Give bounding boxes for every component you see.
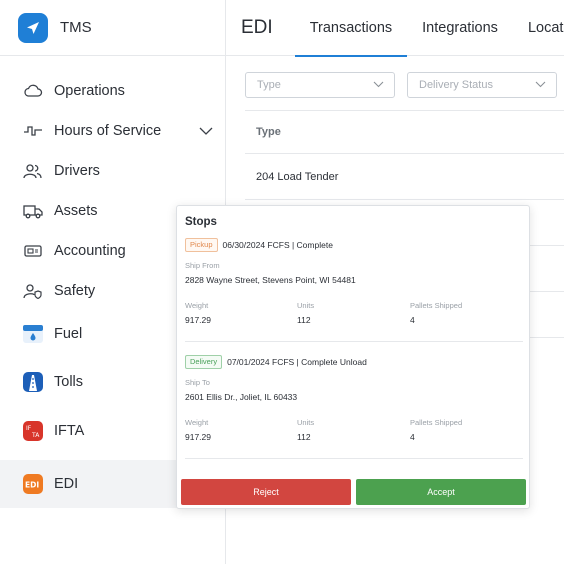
stop-summary: 07/01/2024 FCFS | Complete Unload (227, 357, 367, 367)
column-header-type[interactable]: Type (245, 110, 564, 154)
sidebar-item-drivers[interactable]: Drivers (0, 151, 225, 191)
reject-button[interactable]: Reject (181, 479, 351, 505)
type-select-placeholder: Type (257, 79, 281, 91)
pickup-badge: Pickup (185, 238, 218, 252)
tab-integrations[interactable]: Integrations (407, 0, 513, 56)
app-name: TMS (60, 19, 92, 36)
pallets-value: 4 (410, 432, 415, 442)
page-title: EDI (241, 16, 273, 38)
ship-from-address: 2828 Wayne Street, Stevens Point, WI 544… (185, 275, 356, 285)
pulse-icon (22, 120, 44, 142)
units-label: Units (297, 418, 315, 427)
delivery-status-select[interactable]: Delivery Status (407, 72, 557, 98)
filters-bar: Type Delivery Status (245, 72, 557, 98)
weight-label: Weight (185, 301, 209, 310)
svg-text:TA: TA (31, 432, 40, 439)
sidebar-item-label: EDI (54, 476, 79, 492)
weight-metric: Weight 917.29 (185, 301, 211, 325)
chevron-down-icon (373, 79, 384, 91)
tms-logo-icon (18, 12, 48, 43)
ship-to-label: Ship To (185, 378, 210, 387)
sidebar-item-operations[interactable]: Operations (0, 71, 225, 111)
stop-delivery: Delivery 07/01/2024 FCFS | Complete Unlo… (185, 355, 523, 465)
ship-to-address: 2601 Ellis Dr., Joliet, IL 60433 (185, 392, 298, 402)
sidebar-item-label: Drivers (54, 163, 100, 179)
divider (185, 458, 523, 459)
cloud-icon (22, 80, 44, 102)
sidebar-item-label: Tolls (54, 374, 84, 390)
weight-label: Weight (185, 418, 209, 427)
brand[interactable]: TMS (0, 0, 225, 56)
stops-popover: Stops Pickup 06/30/2024 FCFS | Complete … (176, 205, 530, 509)
units-label: Units (297, 301, 315, 310)
sidebar-item-label: Operations (54, 83, 125, 99)
topbar: EDI Transactions Integrations Locations (226, 0, 564, 57)
edi-icon: EDI (22, 473, 44, 495)
svg-text:IF: IF (26, 425, 32, 432)
sidebar-item-label: Safety (54, 283, 96, 299)
tab-locations[interactable]: Locations (513, 0, 564, 56)
chevron-down-icon (535, 79, 546, 91)
chevron-down-icon[interactable] (199, 123, 213, 141)
units-value: 112 (297, 315, 311, 325)
weight-value: 917.29 (185, 315, 211, 325)
units-value: 112 (297, 432, 311, 442)
fuel-icon (22, 323, 44, 345)
svg-text:EDI: EDI (25, 481, 39, 490)
stop-pickup: Pickup 06/30/2024 FCFS | Complete Ship F… (185, 238, 523, 348)
popover-title: Stops (185, 216, 217, 228)
delivery-status-placeholder: Delivery Status (419, 79, 493, 91)
weight-metric: Weight 917.29 (185, 418, 211, 442)
pallets-label: Pallets Shipped (410, 301, 463, 310)
accept-button[interactable]: Accept (356, 479, 526, 505)
table-row[interactable]: 204 Load Tender (245, 154, 564, 200)
sidebar-item-label: Accounting (54, 243, 126, 259)
stop-summary: 06/30/2024 FCFS | Complete (222, 240, 333, 250)
sidebar-item-label: Assets (54, 203, 98, 219)
units-metric: Units 112 (297, 301, 314, 325)
ifta-icon: IF TA (22, 420, 44, 442)
tolls-road-icon (22, 371, 44, 393)
pallets-metric: Pallets Shipped 4 (410, 301, 462, 325)
sidebar-item-label: Fuel (54, 326, 83, 342)
pallets-label: Pallets Shipped (410, 418, 463, 427)
delivery-badge: Delivery (185, 355, 223, 369)
tab-transactions[interactable]: Transactions (294, 0, 408, 57)
sidebar-item-label: IFTA (54, 423, 85, 439)
ship-from-label: Ship From (185, 261, 220, 270)
truck-icon (22, 200, 44, 222)
table-cell-type: 204 Load Tender (256, 170, 339, 183)
money-icon (22, 240, 44, 262)
units-metric: Units 112 (297, 418, 314, 442)
weight-value: 917.29 (185, 432, 211, 442)
type-select[interactable]: Type (245, 72, 395, 98)
users-icon (22, 160, 44, 182)
pallets-metric: Pallets Shipped 4 (410, 418, 462, 442)
pallets-value: 4 (410, 315, 415, 325)
safety-user-icon (22, 280, 44, 302)
sidebar-item-hours-of-service[interactable]: Hours of Service (0, 111, 225, 151)
divider (185, 341, 523, 342)
sidebar-item-label: Hours of Service (54, 123, 162, 139)
